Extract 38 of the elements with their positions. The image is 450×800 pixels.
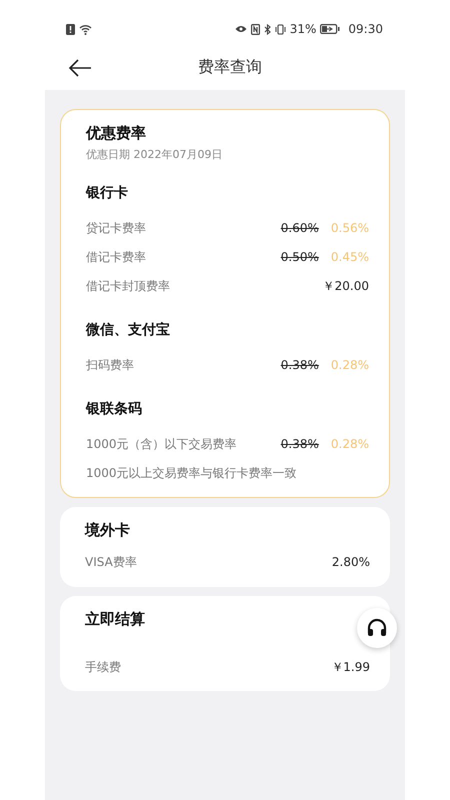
discount-rate: 0.28% xyxy=(330,356,369,374)
rate-label: 借记卡封顶费率 xyxy=(86,278,170,294)
nfc-icon xyxy=(250,24,260,34)
vibrate-icon xyxy=(274,24,286,34)
original-rate: 0.38% xyxy=(280,356,319,374)
bluetooth-icon xyxy=(264,24,271,34)
clock: 09:30 xyxy=(348,21,383,38)
rate-label: VISA费率 xyxy=(85,554,137,571)
original-rate: 0.38% xyxy=(280,436,319,452)
discount-rate: 0.45% xyxy=(330,248,369,266)
original-rate: 0.60% xyxy=(280,220,319,236)
rate-label: 借记卡费率 xyxy=(86,248,146,266)
rate-value: ￥1.99 xyxy=(331,658,370,676)
original-rate: 0.50% xyxy=(280,248,319,266)
page-title: 费率查询 xyxy=(198,56,262,78)
rate-label: 手续费 xyxy=(85,658,121,676)
rate-label: 扫码费率 xyxy=(86,356,134,374)
promo-date: 优惠日期 2022年07月09日 xyxy=(86,146,224,162)
rate-value: 2.80% xyxy=(332,554,370,571)
section-heading: 银联条码 xyxy=(86,400,143,419)
rate-label: 贷记卡费率 xyxy=(86,220,146,236)
section-heading: 银行卡 xyxy=(86,184,129,203)
eye-icon xyxy=(234,25,247,33)
alert-icon xyxy=(66,24,75,34)
card-title: 立即结算 xyxy=(85,608,146,630)
back-arrow-icon xyxy=(68,58,92,77)
note-text: 1000元以上交易费率与银行卡费率一致 xyxy=(86,464,297,482)
wifi-icon xyxy=(79,24,92,34)
discount-rate: 0.28% xyxy=(330,436,369,452)
rate-value: ￥20.00 xyxy=(322,278,369,294)
card-title: 优惠费率 xyxy=(86,123,147,144)
battery-charging-icon xyxy=(320,24,340,34)
discount-rate: 0.56% xyxy=(330,220,369,236)
headset-icon xyxy=(366,618,388,638)
section-heading: 微信、支付宝 xyxy=(86,320,171,340)
battery-percentage: 31% xyxy=(290,21,316,38)
card-title: 境外卡 xyxy=(85,520,131,541)
rate-label: 1000元（含）以下交易费率 xyxy=(86,436,237,452)
